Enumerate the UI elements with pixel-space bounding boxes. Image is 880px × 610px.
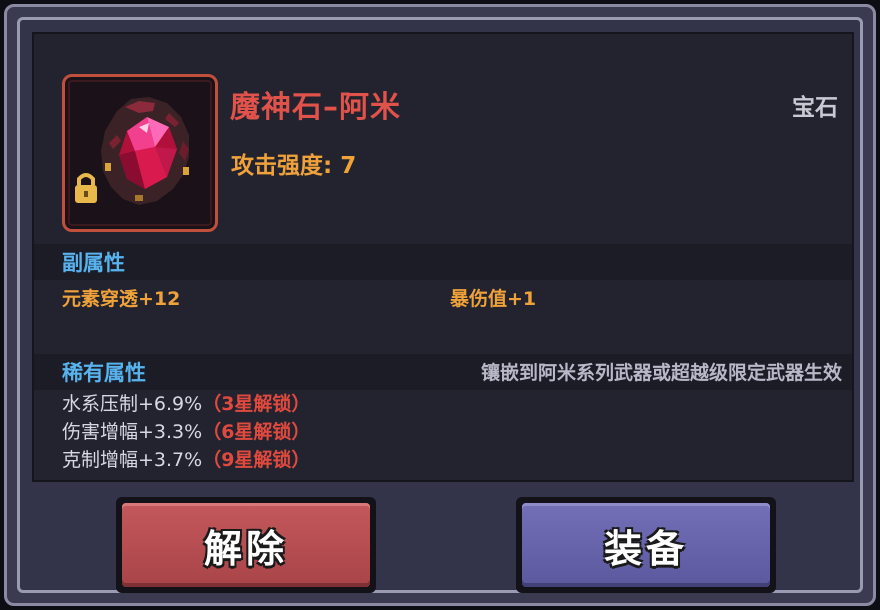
lock-icon <box>75 173 97 203</box>
rare-attribute-item: 克制增幅+3.7%（9星解锁） <box>62 446 310 474</box>
item-name: 魔神石–阿米 <box>230 90 401 125</box>
unlock-condition: （6星解锁） <box>202 421 311 443</box>
rare-attribute-value: 水系压制+6.9% <box>62 393 203 415</box>
equip-button-face[interactable]: 装备 <box>522 503 770 587</box>
remove-button-face[interactable]: 解除 <box>122 503 370 587</box>
rare-attributes-note: 镶嵌到阿米系列武器或超越级限定武器生效 <box>480 362 842 384</box>
rare-attribute-item: 伤害增幅+3.3%（6星解锁） <box>62 418 310 446</box>
unlock-condition: （9星解锁） <box>202 449 311 471</box>
item-category: 宝石 <box>792 95 838 121</box>
dialog-frame: 魔神石–阿米 宝石 攻击强度: 7 副属性 元素穿透+12 暴伤值+1 稀有属性… <box>17 17 863 593</box>
sub-attributes-title: 副属性 <box>62 251 125 275</box>
rare-attributes-header: 稀有属性 镶嵌到阿米系列武器或超越级限定武器生效 <box>34 354 852 390</box>
rare-attribute-value: 伤害增幅+3.3% <box>62 421 203 443</box>
rare-attribute-value: 克制增幅+3.7% <box>62 449 203 471</box>
rare-attributes-title: 稀有属性 <box>62 361 146 385</box>
item-detail-dialog: 魔神石–阿米 宝石 攻击强度: 7 副属性 元素穿透+12 暴伤值+1 稀有属性… <box>4 4 876 606</box>
sub-attributes-header: 副属性 <box>34 244 852 280</box>
sub-attribute-item: 元素穿透+12 <box>62 288 181 310</box>
gem-icon <box>75 97 189 205</box>
rare-attribute-item: 水系压制+6.9%（3星解锁） <box>62 390 310 418</box>
equip-button-label: 装备 <box>603 526 688 571</box>
rare-attributes-list: 水系压制+6.9%（3星解锁） 伤害增幅+3.3%（6星解锁） 克制增幅+3.7… <box>62 390 310 474</box>
item-info-panel: 魔神石–阿米 宝石 攻击强度: 7 副属性 元素穿透+12 暴伤值+1 稀有属性… <box>32 32 854 482</box>
remove-button[interactable]: 解除 <box>116 497 376 593</box>
remove-button-label: 解除 <box>203 526 288 571</box>
sub-attribute-item: 暴伤值+1 <box>450 288 537 310</box>
unlock-condition: （3星解锁） <box>202 393 311 415</box>
equip-button[interactable]: 装备 <box>516 497 776 593</box>
item-icon-slot[interactable] <box>62 74 218 232</box>
attack-stat: 攻击强度: 7 <box>231 153 357 179</box>
